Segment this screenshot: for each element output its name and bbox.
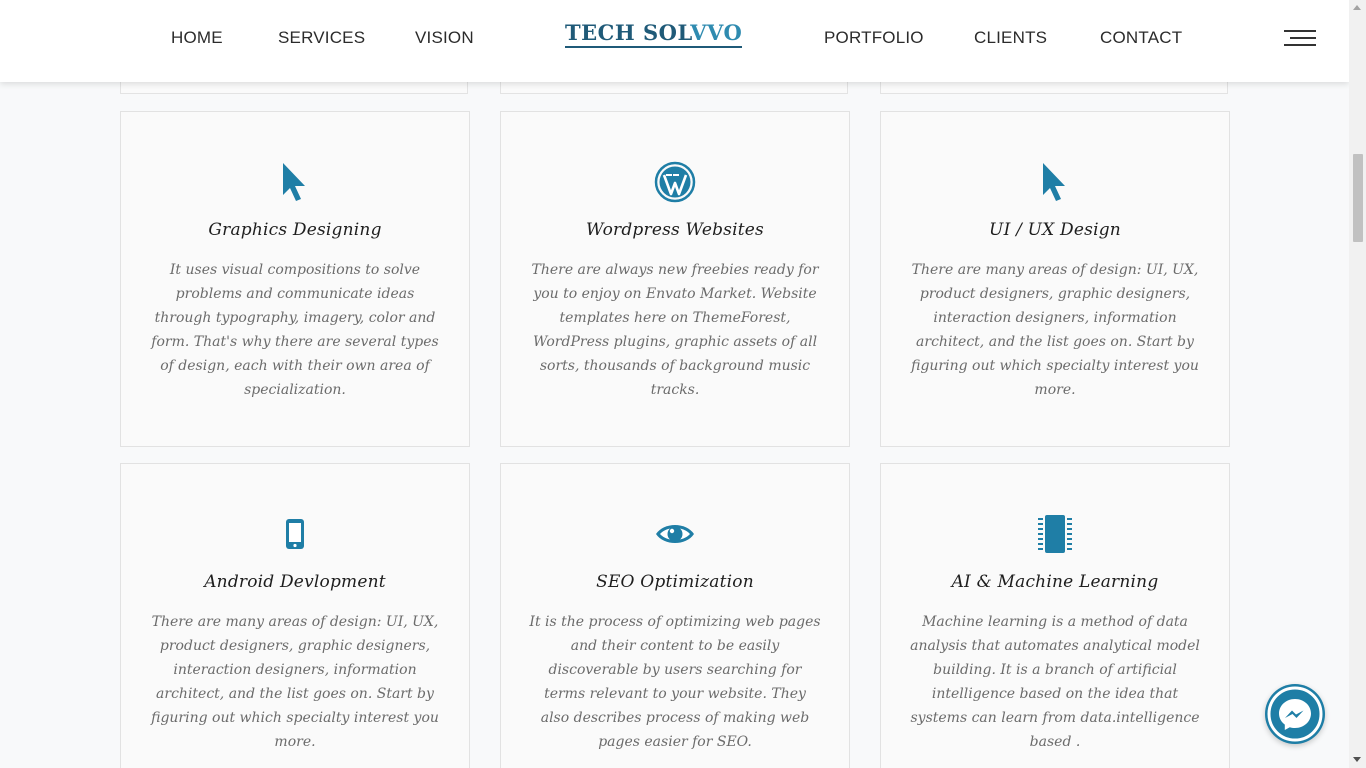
service-title: Wordpress Websites [586,220,764,240]
service-title: UI / UX Design [989,220,1121,240]
nav-services[interactable]: SERVICES [278,28,365,48]
site-header: HOME SERVICES VISION TECH SOLVVO PORTFOL… [0,0,1349,82]
messenger-chat-button[interactable] [1265,684,1325,744]
service-description: There are many areas of design: UI, UX, … [911,262,1199,398]
service-title: SEO Optimization [596,572,754,592]
service-description: There are many areas of design: UI, UX, … [151,614,439,750]
messenger-icon [1267,686,1323,742]
service-card-seo-optimization: SEO Optimization It is the process of op… [500,463,850,768]
page: HOME SERVICES VISION TECH SOLVVO PORTFOL… [0,0,1349,768]
service-card-ui-ux-design: UI / UX Design There are many areas of d… [880,111,1230,447]
nav-portfolio[interactable]: PORTFOLIO [824,28,924,48]
service-title: Android Devlopment [204,572,386,592]
scroll-down-arrow-icon[interactable] [1353,757,1361,762]
service-description: It uses visual compositions to solve pro… [151,262,439,398]
vertical-scrollbar[interactable] [1349,0,1366,768]
scroll-up-arrow-icon[interactable] [1353,5,1361,10]
logo-text-accent: VVO [690,20,743,45]
microchip-icon [881,512,1229,556]
nav-contact[interactable]: CONTACT [1100,28,1182,48]
scrollbar-thumb[interactable] [1353,154,1363,242]
service-title: Graphics Designing [208,220,382,240]
cursor-icon [881,160,1229,204]
service-card-ai-machine-learning: AI & Machine Learning Machine learning i… [880,463,1230,768]
cursor-icon [121,160,469,204]
logo-text-primary: TECH SOL [565,20,691,45]
nav-vision[interactable]: VISION [415,28,474,48]
nav-clients[interactable]: CLIENTS [974,28,1047,48]
service-description: There are always new freebies ready for … [531,262,819,398]
mobile-phone-icon [121,512,469,556]
service-card-graphics-designing: Graphics Designing It uses visual compos… [120,111,470,447]
service-card-android-development: Android Devlopment There are many areas … [120,463,470,768]
eye-icon [501,512,849,556]
service-description: It is the process of optimizing web page… [529,614,821,750]
wordpress-icon [501,160,849,204]
nav-home[interactable]: HOME [171,28,223,48]
hamburger-menu-icon[interactable] [1284,29,1318,47]
site-logo[interactable]: TECH SOLVVO [565,20,743,48]
service-description: Machine learning is a method of data ana… [910,614,1200,750]
service-title: AI & Machine Learning [951,572,1159,592]
service-card-wordpress-websites: Wordpress Websites There are always new … [500,111,850,447]
